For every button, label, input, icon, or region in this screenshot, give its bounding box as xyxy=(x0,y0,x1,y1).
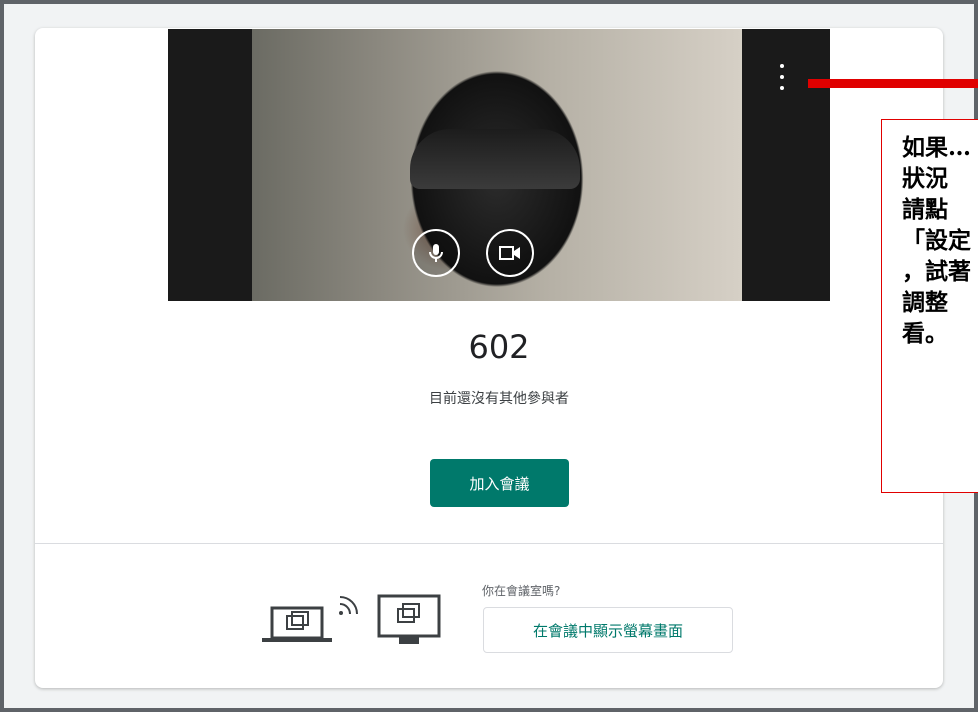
join-meeting-button[interactable]: 加入會議 xyxy=(430,459,569,507)
annotation-arrow xyxy=(808,79,978,88)
more-vert-dot xyxy=(780,75,784,79)
camera-toggle-button[interactable] xyxy=(486,229,534,277)
in-room-question: 你在會議室嗎? xyxy=(482,584,561,598)
annotation-callout: 如果… 狀況 請點 「設定 ，試著 調整 看。 xyxy=(881,119,978,493)
present-to-room-button[interactable]: 在會議中顯示螢幕畫面 xyxy=(483,607,733,653)
participants-status: 目前還沒有其他參與者 xyxy=(429,391,569,407)
microphone-toggle-button[interactable] xyxy=(412,229,460,277)
camera-preview xyxy=(168,29,830,301)
microphone-icon xyxy=(429,244,443,262)
videocam-icon xyxy=(499,246,520,260)
camera-feed-detail xyxy=(410,129,580,189)
room-name: 602 xyxy=(468,328,530,366)
more-options-button[interactable] xyxy=(772,64,792,90)
cast-to-device-icon xyxy=(262,592,452,650)
section-divider xyxy=(35,543,943,544)
more-vert-dot xyxy=(780,86,784,90)
more-vert-icon xyxy=(780,64,784,68)
